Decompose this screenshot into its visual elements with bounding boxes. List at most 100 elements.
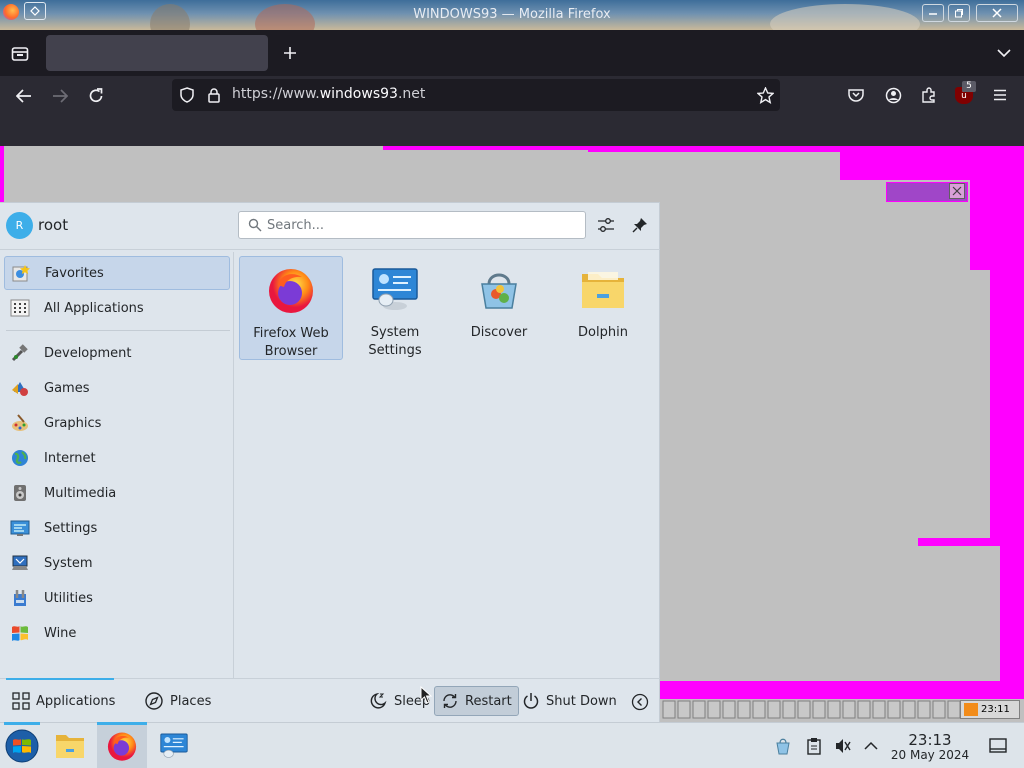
firefox-icon [266, 265, 316, 315]
category-games[interactable]: Games [4, 371, 230, 405]
category-label: Wine [44, 625, 77, 641]
clipboard-tray-icon[interactable] [803, 735, 825, 757]
category-label: Development [44, 345, 132, 361]
system-icon [9, 552, 31, 574]
list-all-tabs-icon[interactable] [994, 43, 1014, 63]
mouse-cursor-icon [420, 686, 432, 704]
account-icon[interactable] [883, 86, 903, 104]
shutdown-label: Shut Down [546, 693, 617, 709]
url-domain: windows93 [319, 86, 398, 102]
firefox-active-indicator [97, 722, 147, 725]
system-settings-icon [370, 264, 420, 314]
firefox-view-icon[interactable] [8, 42, 32, 66]
taskbar-clock-time[interactable]: 23:13 [890, 731, 970, 749]
restart-button[interactable]: Restart [434, 686, 519, 716]
games-icon [9, 377, 31, 399]
user-avatar[interactable]: R [6, 212, 33, 239]
category-graphics[interactable]: Graphics [4, 406, 230, 440]
tab-active[interactable] [46, 35, 268, 71]
search-input[interactable] [267, 216, 577, 234]
site-clock-text: 23:11 [981, 704, 1010, 715]
app-label: Discover [470, 325, 528, 340]
extensions-puzzle-icon[interactable] [919, 86, 939, 104]
favorites-icon [10, 262, 32, 284]
reload-icon[interactable] [84, 84, 108, 108]
taskbar-clock-date[interactable]: 20 May 2024 [885, 748, 975, 762]
discover-icon [474, 264, 524, 314]
settings-icon [9, 517, 31, 539]
peek-desktop-icon[interactable] [987, 735, 1009, 757]
pin-icon[interactable] [629, 214, 651, 236]
shutdown-button[interactable]: Shut Down [516, 686, 623, 716]
rss-icon [964, 703, 978, 716]
url-text[interactable]: https://www.windows93.net [232, 86, 425, 102]
category-label: Utilities [44, 590, 93, 606]
show-hidden-icons-chevron-icon[interactable] [860, 735, 882, 757]
restart-icon [443, 694, 457, 708]
minimize-button[interactable] [922, 4, 944, 22]
forward-icon[interactable] [48, 84, 72, 108]
category-system[interactable]: System [4, 546, 230, 580]
category-label: Settings [44, 520, 98, 536]
start-orb-icon [5, 729, 39, 763]
active-tab-indicator [6, 678, 114, 680]
app-label: System Settings [368, 325, 422, 358]
firefox-icon [107, 732, 137, 761]
taskbar-system-settings[interactable] [152, 724, 196, 768]
app-label: Dolphin [578, 325, 628, 340]
site-taskbar-slots [662, 700, 962, 720]
discover-updates-tray-icon[interactable] [772, 735, 794, 757]
site-close-icon[interactable] [949, 183, 965, 199]
bookmark-star-icon[interactable] [755, 86, 775, 104]
category-label: System [44, 555, 93, 571]
taskbar-dolphin[interactable] [48, 724, 92, 768]
user-name: root [38, 216, 69, 234]
taskbar-firefox[interactable] [97, 724, 147, 768]
category-internet[interactable]: Internet [4, 441, 230, 475]
new-tab-icon[interactable] [280, 43, 300, 63]
app-dolphin[interactable]: Dolphin [551, 256, 655, 360]
tracking-protection-shield-icon[interactable] [178, 86, 196, 104]
category-all-applications[interactable]: All Applications [4, 291, 230, 325]
compass-icon [145, 692, 163, 710]
lock-icon[interactable] [205, 86, 223, 104]
category-label: Games [44, 380, 90, 396]
app-discover[interactable]: Discover [447, 256, 551, 360]
category-multimedia[interactable]: Multimedia [4, 476, 230, 510]
search-field[interactable] [238, 211, 586, 239]
leave-menu-chevron-icon[interactable] [629, 691, 651, 713]
dolphin-folder-icon [578, 264, 628, 314]
category-label: Graphics [44, 415, 102, 431]
category-development[interactable]: Development [4, 336, 230, 370]
graphics-icon [9, 412, 31, 434]
maximize-button[interactable] [948, 4, 970, 22]
power-icon [523, 693, 539, 709]
category-utilities[interactable]: Utilities [4, 581, 230, 615]
window-title: WINDOWS93 — Mozilla Firefox [413, 7, 611, 22]
app-label: Firefox Web Browser [253, 326, 329, 359]
tab-applications[interactable]: Applications [6, 686, 121, 716]
category-separator [6, 330, 230, 331]
tab-places[interactable]: Places [138, 686, 217, 716]
applications-grid-icon [12, 692, 30, 710]
pocket-icon[interactable] [846, 86, 866, 104]
category-wine[interactable]: Wine [4, 616, 230, 650]
wine-icon [9, 622, 31, 644]
app-system-settings[interactable]: System Settings [343, 256, 447, 360]
back-icon[interactable] [12, 84, 36, 108]
url-suffix: .net [397, 86, 426, 102]
multimedia-icon [9, 482, 31, 504]
app-firefox[interactable]: Firefox Web Browser [239, 256, 343, 360]
category-label: Multimedia [44, 485, 117, 501]
hamburger-menu-icon[interactable] [990, 86, 1010, 104]
category-settings[interactable]: Settings [4, 511, 230, 545]
site-clock[interactable]: 23:11 [960, 700, 1020, 719]
close-button[interactable] [976, 4, 1018, 22]
category-label: Internet [44, 450, 96, 466]
volume-muted-tray-icon[interactable] [832, 735, 854, 757]
start-menu-button[interactable] [0, 724, 44, 768]
tab-applications-label: Applications [36, 693, 116, 709]
configure-sliders-icon[interactable] [595, 214, 617, 236]
category-favorites[interactable]: Favorites [4, 256, 230, 290]
utilities-icon [9, 587, 31, 609]
